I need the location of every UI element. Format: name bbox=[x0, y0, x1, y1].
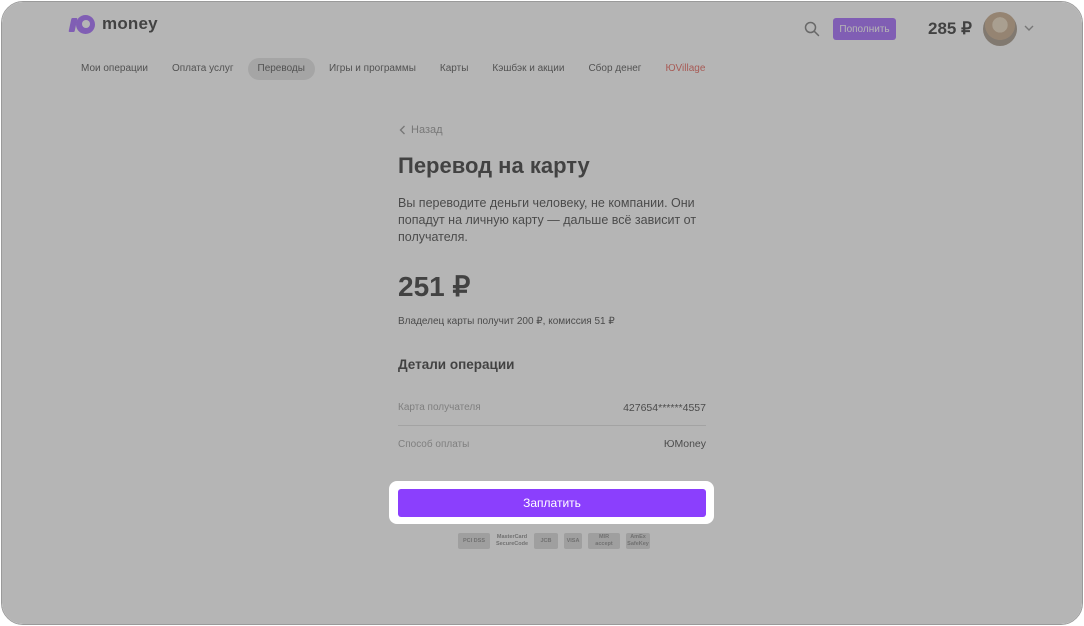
logo-text: money bbox=[102, 14, 158, 33]
amex-safekey-logo: AmEx SafeKey bbox=[626, 533, 650, 549]
transfer-description: Вы переводите деньги человеку, не компан… bbox=[398, 196, 697, 244]
topup-button[interactable]: Пополнить bbox=[833, 18, 896, 40]
yoomoney-logo[interactable]: money bbox=[68, 14, 158, 34]
modal-dim-overlay bbox=[2, 2, 1082, 624]
chevron-left-icon bbox=[399, 125, 405, 135]
detail-label: Карта получателя bbox=[398, 402, 481, 413]
transfer-amount: 251 ₽ bbox=[398, 271, 471, 302]
pci-dss-logo: PCI DSS bbox=[458, 533, 490, 549]
nav-item-cashback[interactable]: Кэшбэк и акции bbox=[482, 58, 574, 80]
details-title: Детали операции bbox=[398, 357, 515, 372]
page-title: Перевод на карту bbox=[398, 153, 590, 178]
nav-item-yuvillage[interactable]: ЮVillage bbox=[655, 58, 715, 80]
main-nav: Мои операции Оплата услуг Переводы Игры … bbox=[71, 58, 719, 80]
balance[interactable]: 285 ₽ bbox=[928, 19, 972, 39]
detail-row-payment-method: Способ оплаты ЮMoney bbox=[398, 426, 706, 462]
jcb-logo: JCB bbox=[534, 533, 558, 549]
detail-row-recipient-card: Карта получателя 427654******4557 bbox=[398, 390, 706, 426]
nav-item-payments[interactable]: Оплата услуг bbox=[162, 58, 244, 80]
amount-note: Владелец карты получит 200 ₽, комиссия 5… bbox=[398, 316, 615, 327]
mir-accept-logo: MIR accept bbox=[588, 533, 620, 549]
detail-label: Способ оплаты bbox=[398, 438, 470, 450]
nav-item-cards[interactable]: Карты bbox=[430, 58, 479, 80]
detail-value: ЮMoney bbox=[663, 438, 706, 450]
yoomoney-logo-icon bbox=[68, 14, 96, 34]
nav-item-fundraising[interactable]: Сбор денег bbox=[578, 58, 651, 80]
page: money Пополнить 285 ₽ Мои операции Оплат… bbox=[2, 2, 1082, 624]
nav-item-operations[interactable]: Мои операции bbox=[71, 58, 158, 80]
nav-item-transfers[interactable]: Переводы bbox=[247, 58, 315, 80]
avatar[interactable] bbox=[983, 12, 1017, 46]
nav-item-games[interactable]: Игры и программы bbox=[319, 58, 426, 80]
mastercard-securecode-logo: MasterCard SecureCode bbox=[495, 534, 529, 547]
window-frame: money Пополнить 285 ₽ Мои операции Оплат… bbox=[1, 1, 1083, 625]
search-icon[interactable] bbox=[804, 21, 820, 37]
back-link[interactable]: Назад bbox=[399, 124, 443, 136]
chevron-down-icon[interactable] bbox=[1024, 24, 1034, 32]
pay-button[interactable]: Заплатить bbox=[398, 489, 706, 517]
security-logos: PCI DSS MasterCard SecureCode JCB VISA M… bbox=[458, 533, 650, 549]
detail-value: 427654******4557 bbox=[623, 401, 706, 414]
visa-logo: VISA bbox=[564, 533, 582, 549]
back-label: Назад bbox=[411, 124, 443, 136]
